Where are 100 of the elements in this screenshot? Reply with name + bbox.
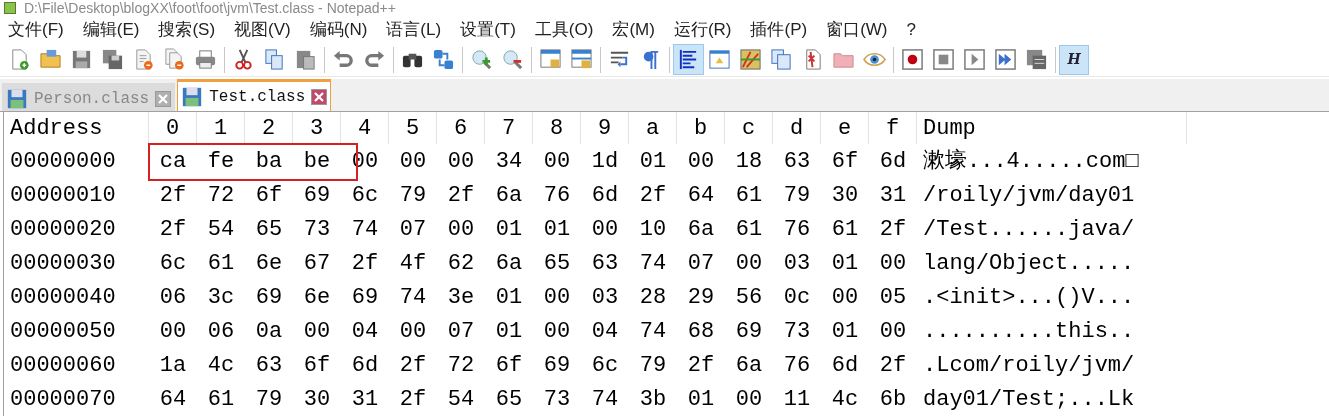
byte-cell-text: 73 xyxy=(542,385,572,414)
menu-item[interactable]: 宏(M) xyxy=(605,17,662,43)
column-header: Address xyxy=(4,112,149,144)
byte-cell-text: 61 xyxy=(206,385,236,414)
address-cell-text: 00000010 xyxy=(9,181,117,210)
byte-cell-text: 31 xyxy=(878,181,908,210)
byte-cell-text: 06 xyxy=(158,283,188,312)
byte-cell-text: 00 xyxy=(302,317,332,346)
stop-icon xyxy=(932,48,955,72)
file-tab[interactable]: Test.class xyxy=(177,79,332,111)
column-header: 5 xyxy=(389,112,437,144)
byte-cell-text: ba xyxy=(254,147,284,176)
menu-item[interactable]: 搜索(S) xyxy=(151,17,223,43)
byte-cell-text: 07 xyxy=(446,317,476,346)
byte-cell-text: 61 xyxy=(206,249,236,278)
byte-cell-text: 2f xyxy=(878,215,908,244)
column-header: 1 xyxy=(197,112,245,144)
dump-cell-text: day01/Test;...Lk xyxy=(922,385,1136,414)
menu-item[interactable]: 窗口(W) xyxy=(819,17,895,43)
column-header: d xyxy=(773,112,821,144)
byte-cell-text: 00 xyxy=(878,249,908,278)
indent-guide-button[interactable] xyxy=(673,44,704,76)
byte-cell-text: 01 xyxy=(494,317,524,346)
byte-cell-text: 67 xyxy=(302,249,332,278)
byte-cell-text: 6a xyxy=(494,181,524,210)
byte-cell-text: 2f xyxy=(686,351,716,380)
play-icon xyxy=(963,48,986,72)
menu-item[interactable]: 插件(P) xyxy=(743,17,815,43)
byte-cell-text: 54 xyxy=(206,215,236,244)
printer-icon xyxy=(194,48,217,72)
column-header: 2 xyxy=(245,112,293,144)
menu-item[interactable]: 文件(F) xyxy=(1,17,71,43)
menu-item[interactable]: 视图(V) xyxy=(227,17,298,43)
byte-cell-text: 65 xyxy=(542,249,572,278)
byte-cell-text: 69 xyxy=(254,283,284,312)
byte-cell-text: 54 xyxy=(446,385,476,414)
menu-item[interactable]: 运行(R) xyxy=(666,17,739,43)
byte-cell-text: 65 xyxy=(494,385,524,414)
byte-cell-text: 74 xyxy=(638,249,668,278)
toolbar-button[interactable]: H xyxy=(1059,44,1089,75)
menu-item[interactable]: 工具(O) xyxy=(527,17,601,43)
byte-cell-text: 64 xyxy=(686,181,716,210)
byte-cell-text: 2f xyxy=(446,181,476,210)
column-header: a xyxy=(629,112,677,144)
close-icon[interactable] xyxy=(311,88,328,105)
byte-cell-text: 2f xyxy=(398,385,428,414)
byte-cell-text: 00 xyxy=(734,385,764,414)
byte-cell-text: 29 xyxy=(686,283,716,312)
close-icon[interactable] xyxy=(155,90,172,107)
menu-item[interactable]: ? xyxy=(899,17,923,43)
dump-cell-text: 漱壕...4.....com□ xyxy=(922,147,1140,176)
byte-cell-text: 0a xyxy=(254,317,284,346)
byte-cell-text: 11 xyxy=(782,385,812,414)
byte-cell-text: 00 xyxy=(878,317,908,346)
byte-cell-text: 1a xyxy=(158,351,188,380)
close-files-icon xyxy=(163,48,186,72)
byte-cell-text: 79 xyxy=(398,181,428,210)
address-cell-text: 00000070 xyxy=(9,385,117,414)
byte-cell-text: 4c xyxy=(206,351,236,380)
byte-cell-text: 00 xyxy=(686,147,716,176)
byte-cell-text: 00 xyxy=(830,283,860,312)
byte-cell-text: 01 xyxy=(830,249,860,278)
column-header: 8 xyxy=(533,112,581,144)
menu-item[interactable]: 语言(L) xyxy=(379,17,449,43)
menu-item[interactable]: 编码(N) xyxy=(302,17,375,43)
byte-cell-text: 07 xyxy=(686,249,716,278)
byte-cell-text: 00 xyxy=(542,317,572,346)
byte-cell-text: 6a xyxy=(734,351,764,380)
dump-cell-text: /roily/jvm/day01 xyxy=(922,181,1136,210)
column-header: 0 xyxy=(149,112,197,144)
zoom-in-icon xyxy=(470,48,493,72)
address-cell-text: 00000050 xyxy=(9,317,117,346)
byte-cell-text: 2f xyxy=(878,351,908,380)
address-cell-text: 00000020 xyxy=(9,215,117,244)
dump-cell-text: ..........this.. xyxy=(922,317,1136,346)
byte-cell-text: 69 xyxy=(302,181,332,210)
byte-cell-text: 10 xyxy=(638,215,668,244)
menu-item[interactable]: 设置(T) xyxy=(453,17,523,43)
byte-cell-text: 6d xyxy=(590,181,620,210)
byte-cell-text: 01 xyxy=(638,147,668,176)
byte-cell-text: 00 xyxy=(734,249,764,278)
byte-cell-text: 6f xyxy=(254,181,284,210)
address-cell-text: 00000040 xyxy=(9,283,117,312)
byte-cell-text: 72 xyxy=(206,181,236,210)
menu-item[interactable]: 编辑(E) xyxy=(75,17,147,43)
byte-cell-text: 6c xyxy=(350,181,380,210)
byte-cell-text: 00 xyxy=(590,215,620,244)
dump-cell-text: .Lcom/roily/jvm/ xyxy=(922,351,1136,380)
byte-cell-text: 74 xyxy=(350,215,380,244)
byte-cell-text: 74 xyxy=(398,283,428,312)
byte-cell-text: 4c xyxy=(830,385,860,414)
byte-cell-text: 34 xyxy=(494,147,524,176)
byte-cell-text: 79 xyxy=(638,351,668,380)
zoom-out-icon xyxy=(501,48,524,72)
byte-cell-text: 79 xyxy=(782,181,812,210)
byte-cell-text: 6a xyxy=(686,215,716,244)
byte-cell-text: 74 xyxy=(590,385,620,414)
map-icon xyxy=(739,48,762,72)
dump-cell-text: .<init>...()V... xyxy=(922,283,1136,312)
dump-cell-text: /Test......java/ xyxy=(922,215,1136,244)
